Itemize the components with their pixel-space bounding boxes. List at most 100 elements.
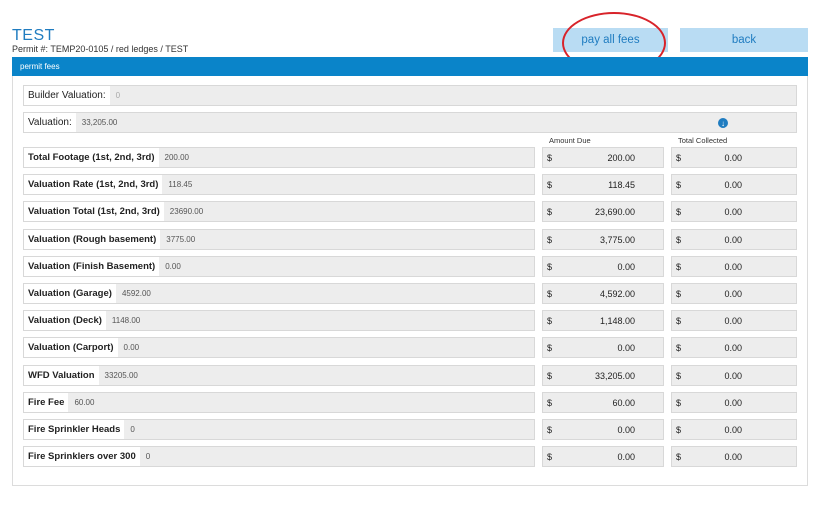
amount-due-field: $60.00 <box>542 392 664 413</box>
amount-due-field: $4,592.00 <box>542 283 664 304</box>
amount-due-value: 118.45 <box>608 179 635 190</box>
amount-due-value: 200.00 <box>607 152 635 163</box>
fee-input-field[interactable]: WFD Valuation 33205.00 <box>23 365 535 386</box>
total-collected-value: 0.00 <box>724 261 742 272</box>
currency-symbol: $ <box>676 451 682 462</box>
currency-symbol: $ <box>676 342 682 353</box>
fee-input-field[interactable]: Valuation (Deck) 1148.00 <box>23 310 535 331</box>
fee-value[interactable]: 4592.00 <box>116 289 151 298</box>
section-label: permit fees <box>20 62 60 71</box>
currency-symbol: $ <box>547 179 553 190</box>
currency-symbol: $ <box>676 370 682 381</box>
fee-label: Fire Sprinklers over 300 <box>24 447 140 466</box>
fee-input-field[interactable]: Valuation (Carport) 0.00 <box>23 337 535 358</box>
fee-value[interactable]: 0.00 <box>118 343 140 352</box>
total-collected-field: $0.00 <box>671 365 797 386</box>
total-collected-field: $0.00 <box>671 419 797 440</box>
total-collected-field: $0.00 <box>671 201 797 222</box>
currency-symbol: $ <box>547 451 553 462</box>
fee-value[interactable]: 33205.00 <box>99 371 138 380</box>
fee-input-field[interactable]: Fire Fee 60.00 <box>23 392 535 413</box>
valuation-label: Valuation: <box>24 113 76 132</box>
fee-label: WFD Valuation <box>24 366 99 385</box>
builder-valuation-value[interactable]: 0 <box>110 91 120 100</box>
fee-label: Valuation Total (1st, 2nd, 3rd) <box>24 202 164 221</box>
fee-input-field[interactable]: Total Footage (1st, 2nd, 3rd) 200.00 <box>23 147 535 168</box>
total-collected-value: 0.00 <box>724 451 742 462</box>
amount-due-value: 1,148.00 <box>599 315 635 326</box>
fee-value[interactable]: 0.00 <box>159 262 181 271</box>
total-collected-value: 0.00 <box>724 315 742 326</box>
fee-label: Fire Fee <box>24 393 69 412</box>
total-collected-value: 0.00 <box>724 152 742 163</box>
amount-due-field: $33,205.00 <box>542 365 664 386</box>
total-collected-field: $0.00 <box>671 337 797 358</box>
amount-due-value: 0.00 <box>617 424 635 435</box>
total-collected-field: $0.00 <box>671 229 797 250</box>
currency-symbol: $ <box>547 397 553 408</box>
total-collected-field: $0.00 <box>671 392 797 413</box>
total-collected-field: $0.00 <box>671 310 797 331</box>
amount-due-field: $0.00 <box>542 446 664 467</box>
permit-subtitle: Permit #: TEMP20-0105 / red ledges / TES… <box>12 44 189 54</box>
total-collected-value: 0.00 <box>724 234 742 245</box>
fee-value[interactable]: 0 <box>124 425 134 434</box>
valuation-value[interactable]: 33,205.00 <box>76 118 118 127</box>
amount-due-value: 0.00 <box>617 451 635 462</box>
pay-all-fees-button[interactable]: pay all fees <box>553 28 668 52</box>
fee-value[interactable]: 1148.00 <box>106 316 140 325</box>
currency-symbol: $ <box>547 342 553 353</box>
fee-input-field[interactable]: Fire Sprinkler Heads 0 <box>23 419 535 440</box>
currency-symbol: $ <box>547 315 553 326</box>
amount-due-field: $23,690.00 <box>542 201 664 222</box>
amount-due-value: 60.00 <box>612 397 635 408</box>
currency-symbol: $ <box>547 152 553 163</box>
total-collected-field: $0.00 <box>671 147 797 168</box>
currency-symbol: $ <box>547 370 553 381</box>
currency-symbol: $ <box>676 152 682 163</box>
total-collected-value: 0.00 <box>724 424 742 435</box>
amount-due-field: $3,775.00 <box>542 229 664 250</box>
total-collected-value: 0.00 <box>724 397 742 408</box>
fee-input-field[interactable]: Fire Sprinklers over 300 0 <box>23 446 535 467</box>
fee-input-field[interactable]: Valuation (Finish Basement) 0.00 <box>23 256 535 277</box>
total-collected-header: Total Collected <box>678 136 728 145</box>
fee-input-field[interactable]: Valuation Rate (1st, 2nd, 3rd) 118.45 <box>23 174 535 195</box>
fee-input-field[interactable]: Valuation Total (1st, 2nd, 3rd) 23690.00 <box>23 201 535 222</box>
currency-symbol: $ <box>676 424 682 435</box>
amount-due-value: 0.00 <box>617 261 635 272</box>
fee-value[interactable]: 0 <box>140 452 150 461</box>
info-icon[interactable]: ↓ <box>718 118 728 128</box>
builder-valuation-label: Builder Valuation: <box>24 86 110 105</box>
currency-symbol: $ <box>547 288 553 299</box>
fee-label: Valuation (Carport) <box>24 338 118 357</box>
total-collected-field: $0.00 <box>671 283 797 304</box>
amount-due-value: 3,775.00 <box>599 234 635 245</box>
fee-label: Valuation (Garage) <box>24 284 116 303</box>
amount-due-value: 4,592.00 <box>599 288 635 299</box>
fee-label: Total Footage (1st, 2nd, 3rd) <box>24 148 159 167</box>
fee-value[interactable]: 118.45 <box>162 180 192 189</box>
fee-input-field[interactable]: Valuation (Rough basement) 3775.00 <box>23 229 535 250</box>
currency-symbol: $ <box>676 206 682 217</box>
currency-symbol: $ <box>547 206 553 217</box>
amount-due-field: $200.00 <box>542 147 664 168</box>
back-button[interactable]: back <box>680 28 808 52</box>
total-collected-field: $0.00 <box>671 446 797 467</box>
amount-due-value: 23,690.00 <box>594 206 635 217</box>
currency-symbol: $ <box>547 234 553 245</box>
fee-label: Valuation Rate (1st, 2nd, 3rd) <box>24 175 163 194</box>
currency-symbol: $ <box>676 179 682 190</box>
valuation-field[interactable]: Valuation: 33,205.00 <box>23 112 797 133</box>
fee-value[interactable]: 60.00 <box>68 398 94 407</box>
builder-valuation-field[interactable]: Builder Valuation: 0 <box>23 85 797 106</box>
fee-label: Fire Sprinkler Heads <box>24 420 125 439</box>
fee-value[interactable]: 200.00 <box>159 153 189 162</box>
amount-due-header: Amount Due <box>549 136 591 145</box>
total-collected-value: 0.00 <box>724 206 742 217</box>
fee-value[interactable]: 3775.00 <box>160 235 195 244</box>
total-collected-value: 0.00 <box>724 342 742 353</box>
fee-input-field[interactable]: Valuation (Garage) 4592.00 <box>23 283 535 304</box>
fee-value[interactable]: 23690.00 <box>164 207 203 216</box>
amount-due-value: 0.00 <box>617 342 635 353</box>
